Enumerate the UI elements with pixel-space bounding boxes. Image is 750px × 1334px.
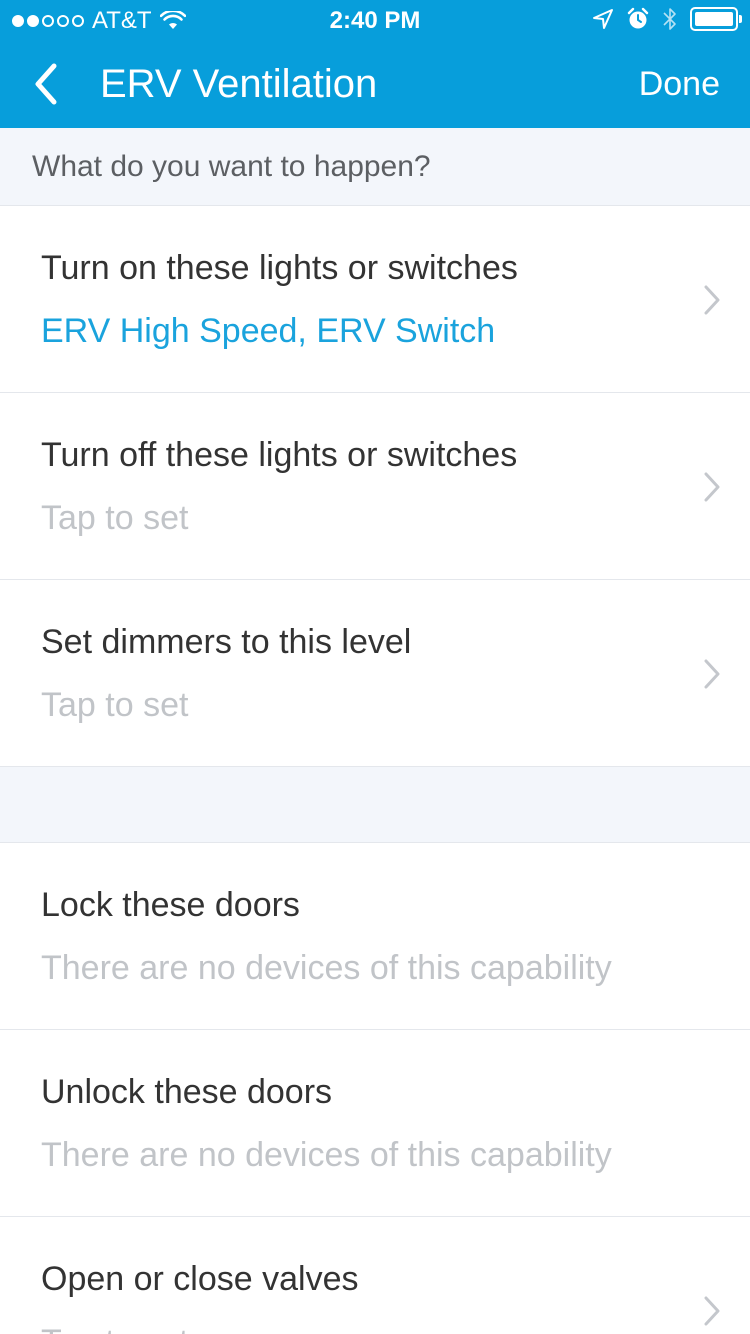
alarm-icon: [627, 7, 649, 29]
row-title: Turn off these lights or switches: [41, 436, 518, 474]
row-placeholder: Tap to set: [41, 686, 189, 724]
row-title: Turn on these lights or switches: [41, 249, 518, 287]
back-button[interactable]: [22, 58, 70, 110]
row-value: ERV High Speed, ERV Switch: [41, 312, 496, 350]
unlock-doors-row: Unlock these doors There are no devices …: [0, 1030, 750, 1217]
valves-row[interactable]: Open or close valves Tap to set: [0, 1217, 750, 1334]
row-placeholder: There are no devices of this capability: [41, 1136, 612, 1174]
chevron-right-icon: [704, 1296, 720, 1326]
battery-level: [695, 12, 733, 26]
section-spacer: [0, 767, 750, 843]
battery-icon: [690, 7, 742, 31]
set-dimmers-row[interactable]: Set dimmers to this level Tap to set: [0, 580, 750, 767]
row-title: Unlock these doors: [41, 1073, 333, 1111]
chevron-right-icon: [704, 285, 720, 315]
row-title: Open or close valves: [41, 1260, 359, 1298]
row-title: Set dimmers to this level: [41, 623, 412, 661]
lock-doors-row: Lock these doors There are no devices of…: [0, 843, 750, 1030]
turn-off-switches-row[interactable]: Turn off these lights or switches Tap to…: [0, 393, 750, 580]
row-placeholder: There are no devices of this capability: [41, 949, 612, 987]
chevron-right-icon: [704, 659, 720, 689]
row-placeholder: Tap to set: [41, 499, 189, 537]
turn-on-switches-row[interactable]: Turn on these lights or switches ERV Hig…: [0, 206, 750, 393]
done-button[interactable]: Done: [639, 64, 720, 104]
row-placeholder: Tap to set: [41, 1322, 188, 1334]
status-bar: AT&T 2:40 PM: [0, 0, 750, 40]
section-header: What do you want to happen?: [0, 128, 750, 206]
page-title: ERV Ventilation: [100, 62, 378, 106]
chevron-right-icon: [704, 472, 720, 502]
navigation-bar: ERV Ventilation Done: [0, 40, 750, 128]
status-right: [592, 6, 742, 32]
location-icon: [593, 9, 613, 29]
row-title: Lock these doors: [41, 886, 300, 924]
chevron-left-icon: [35, 63, 57, 105]
bluetooth-icon: [663, 8, 676, 30]
